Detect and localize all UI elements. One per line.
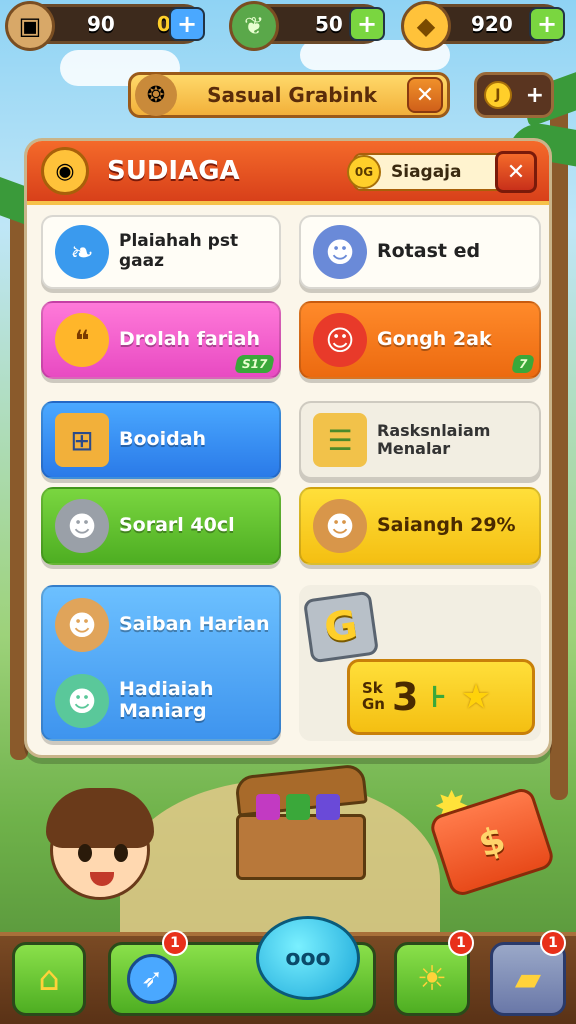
quest-card[interactable]: ☰ Rasksnlaiam Menalar bbox=[299, 401, 541, 479]
quest-card[interactable]: ⊞ Booidah bbox=[41, 401, 281, 479]
panel-currency-badge[interactable]: 0G Siagaja bbox=[347, 153, 513, 191]
resource-leaves: ❦ 50 + bbox=[229, 1, 385, 51]
card-label: Rasksnlaiam Menalar bbox=[377, 420, 491, 458]
treasure-chest[interactable] bbox=[234, 763, 368, 880]
quest-card[interactable]: ☺ Gongh 2ak 7 bbox=[299, 301, 541, 379]
card-label: Plaiahah pst gaaz bbox=[119, 231, 239, 271]
reward-amount: 3 bbox=[392, 675, 419, 719]
card-label: Saiban Harian bbox=[119, 613, 270, 636]
add-gems-button[interactable]: + bbox=[169, 7, 205, 41]
card-label: Hadiaiah Maniarg bbox=[119, 678, 214, 722]
card-label: Gongh 2ak bbox=[377, 328, 492, 351]
resource-gold: ◆ 920 + bbox=[401, 1, 565, 51]
add-leaves-button[interactable]: + bbox=[349, 7, 385, 41]
claim-reward-button[interactable]: Sk Gn 3 ⊦ ★ bbox=[347, 659, 535, 735]
leaf-icon: ❦ bbox=[229, 1, 279, 51]
plus-icon: + bbox=[525, 82, 545, 108]
hamster-icon: ☻ bbox=[55, 598, 109, 652]
map-icon: ⊞ bbox=[55, 413, 109, 467]
coin-icon: J bbox=[483, 81, 512, 109]
grey-cat-icon: ☻ bbox=[55, 499, 109, 553]
blue-cat-icon: ☻ bbox=[313, 225, 367, 279]
coin-icon: 0G bbox=[347, 155, 381, 189]
child-character bbox=[20, 780, 160, 940]
add-gold-button[interactable]: + bbox=[529, 7, 565, 41]
panel-title: SUDIAGA bbox=[107, 156, 240, 186]
card-label: Drolah fariah bbox=[119, 328, 260, 351]
card-label: Booidah bbox=[119, 428, 207, 451]
gold-tag-icon: ◆ bbox=[401, 1, 451, 51]
notification-badge: 1 bbox=[540, 930, 566, 956]
card-tag: S17 bbox=[233, 355, 275, 373]
badge-label: Siagaja bbox=[391, 162, 462, 182]
resource-value: 920 bbox=[471, 12, 513, 36]
tomato-monster-icon: ☺ bbox=[313, 313, 367, 367]
resource-value: 50 bbox=[315, 12, 343, 36]
reward-small-label: Sk Gn bbox=[362, 679, 385, 713]
event-banner-title: Sasual Grabink bbox=[207, 83, 377, 107]
notification-badge: 1 bbox=[448, 930, 474, 956]
quest-card[interactable]: ❧ Plaiahah pst gaaz bbox=[41, 215, 281, 289]
event-banner: ❂ Sasual Grabink ✕ bbox=[128, 72, 450, 118]
quest-panel: ◉ SUDIAGA 0G Siagaja ✕ ❧ Plaiahah pst ga… bbox=[24, 138, 552, 758]
green-pig-icon: ☻ bbox=[55, 674, 109, 728]
compass-icon: ➶ bbox=[127, 954, 177, 1004]
close-panel-button[interactable]: ✕ bbox=[495, 151, 537, 193]
coin-shop-button[interactable]: J + bbox=[474, 72, 554, 118]
resource-gems: ▣ 90 0 + bbox=[5, 1, 205, 51]
treasure-chest-icon: ▣ bbox=[5, 1, 55, 51]
bear-icon: ☻ bbox=[313, 499, 367, 553]
chat-bubble-button[interactable]: ooo bbox=[256, 916, 360, 1000]
resource-value: 90 bbox=[87, 12, 115, 36]
card-tag: 7 bbox=[510, 355, 535, 373]
notification-badge: 1 bbox=[162, 930, 188, 956]
close-banner-button[interactable]: ✕ bbox=[407, 77, 443, 113]
home-button[interactable]: ⌂ bbox=[12, 942, 86, 1016]
quest-card[interactable]: ☻ Sorarl 40cl bbox=[41, 487, 281, 565]
quest-card[interactable]: ❝ Drolah fariah S17 bbox=[41, 301, 281, 379]
coin-stack-icon: ◉ bbox=[41, 147, 89, 195]
blue-bird-icon: ❧ bbox=[55, 225, 109, 279]
quest-card[interactable]: ☻ Rotast ed bbox=[299, 215, 541, 289]
quest-card[interactable]: ☻ Saiangh 29% bbox=[299, 487, 541, 565]
daily-rewards-card[interactable]: ☻ Saiban Harian ☻ Hadiaiah Maniarg bbox=[41, 585, 281, 741]
card-label: Saiangh 29% bbox=[377, 514, 516, 537]
speech-bubble-icon: ❝ bbox=[55, 313, 109, 367]
arrow-icon: ⊦ bbox=[430, 679, 447, 715]
scroll-calendar-icon: ☰ bbox=[313, 413, 367, 467]
card-label: Sorarl 40cl bbox=[119, 514, 235, 537]
star-icon: ★ bbox=[460, 677, 492, 717]
basket-icon: ❂ bbox=[135, 74, 177, 116]
g-badge-icon: G bbox=[302, 590, 380, 664]
panel-header: ◉ SUDIAGA 0G Siagaja ✕ bbox=[27, 141, 549, 205]
card-label: Rotast ed bbox=[377, 240, 481, 263]
